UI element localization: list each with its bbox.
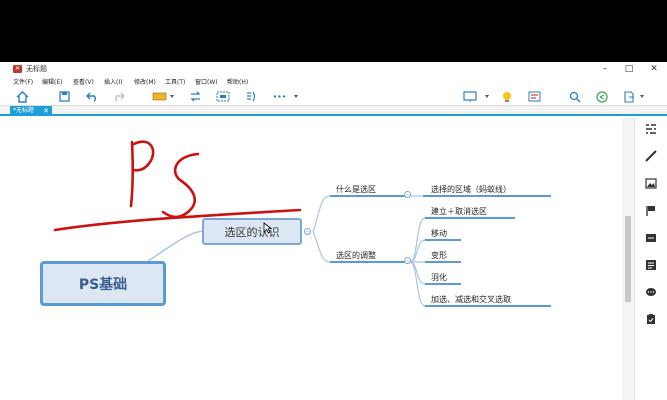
subtopic[interactable]: 移动 — [431, 228, 447, 239]
subtopic[interactable]: 建立＋取消选区 — [431, 206, 487, 217]
app-window: ✕ 无标题 – □ ✕ 文件(F) 编辑(E) 查看(V) 插入(I) 修改(M… — [0, 62, 667, 400]
branch-underline — [330, 261, 410, 263]
task-icon[interactable] — [644, 312, 658, 326]
main-branch1-link — [312, 195, 331, 233]
image-icon[interactable] — [644, 176, 658, 190]
main-topic[interactable]: 选区的认识 — [202, 218, 302, 245]
label-icon[interactable] — [644, 231, 658, 245]
subtopic-underline — [425, 217, 515, 219]
subtopic[interactable]: 加选、减选和交叉选取 — [431, 294, 511, 305]
format-panel-icon[interactable] — [644, 122, 658, 136]
root-main-link — [147, 230, 203, 262]
mouse-cursor-icon — [263, 222, 272, 234]
vertical-scrollbar[interactable] — [622, 118, 634, 400]
branch2-child2-link — [409, 239, 426, 263]
subtopic-underline — [425, 239, 461, 241]
subtopic-underline — [423, 195, 551, 197]
mindmap-connectors — [53, 140, 426, 307]
subtopic-underline — [425, 261, 461, 263]
subtopic[interactable]: 羽化 — [431, 272, 447, 283]
branch2-child4-link — [409, 261, 426, 285]
subtopic-underline — [425, 283, 461, 285]
branch-underline — [330, 195, 410, 197]
handwriting-annotation — [53, 140, 302, 232]
subtopic[interactable]: 变形 — [431, 250, 447, 261]
subtopic[interactable]: 选择的区域（蚂蚁线） — [431, 184, 511, 195]
scrollbar-thumb[interactable] — [625, 216, 631, 302]
comment-icon[interactable] — [644, 285, 658, 299]
collapse-icon[interactable]: – — [404, 257, 411, 264]
main-branch2-link — [312, 231, 331, 263]
style-brush-icon[interactable] — [644, 149, 658, 163]
flag-icon[interactable] — [644, 204, 658, 218]
root-topic[interactable]: PS基础 — [40, 261, 166, 306]
note-icon[interactable] — [644, 258, 658, 272]
branch-topic[interactable]: 什么是选区 — [336, 184, 376, 195]
collapse-icon[interactable]: – — [404, 191, 411, 198]
right-sidebar — [634, 118, 667, 400]
close-button[interactable]: ✕ — [644, 62, 664, 76]
branch-topic[interactable]: 选区的调整 — [336, 250, 376, 261]
subtopic-underline — [425, 305, 551, 307]
collapse-icon[interactable]: – — [304, 228, 311, 235]
